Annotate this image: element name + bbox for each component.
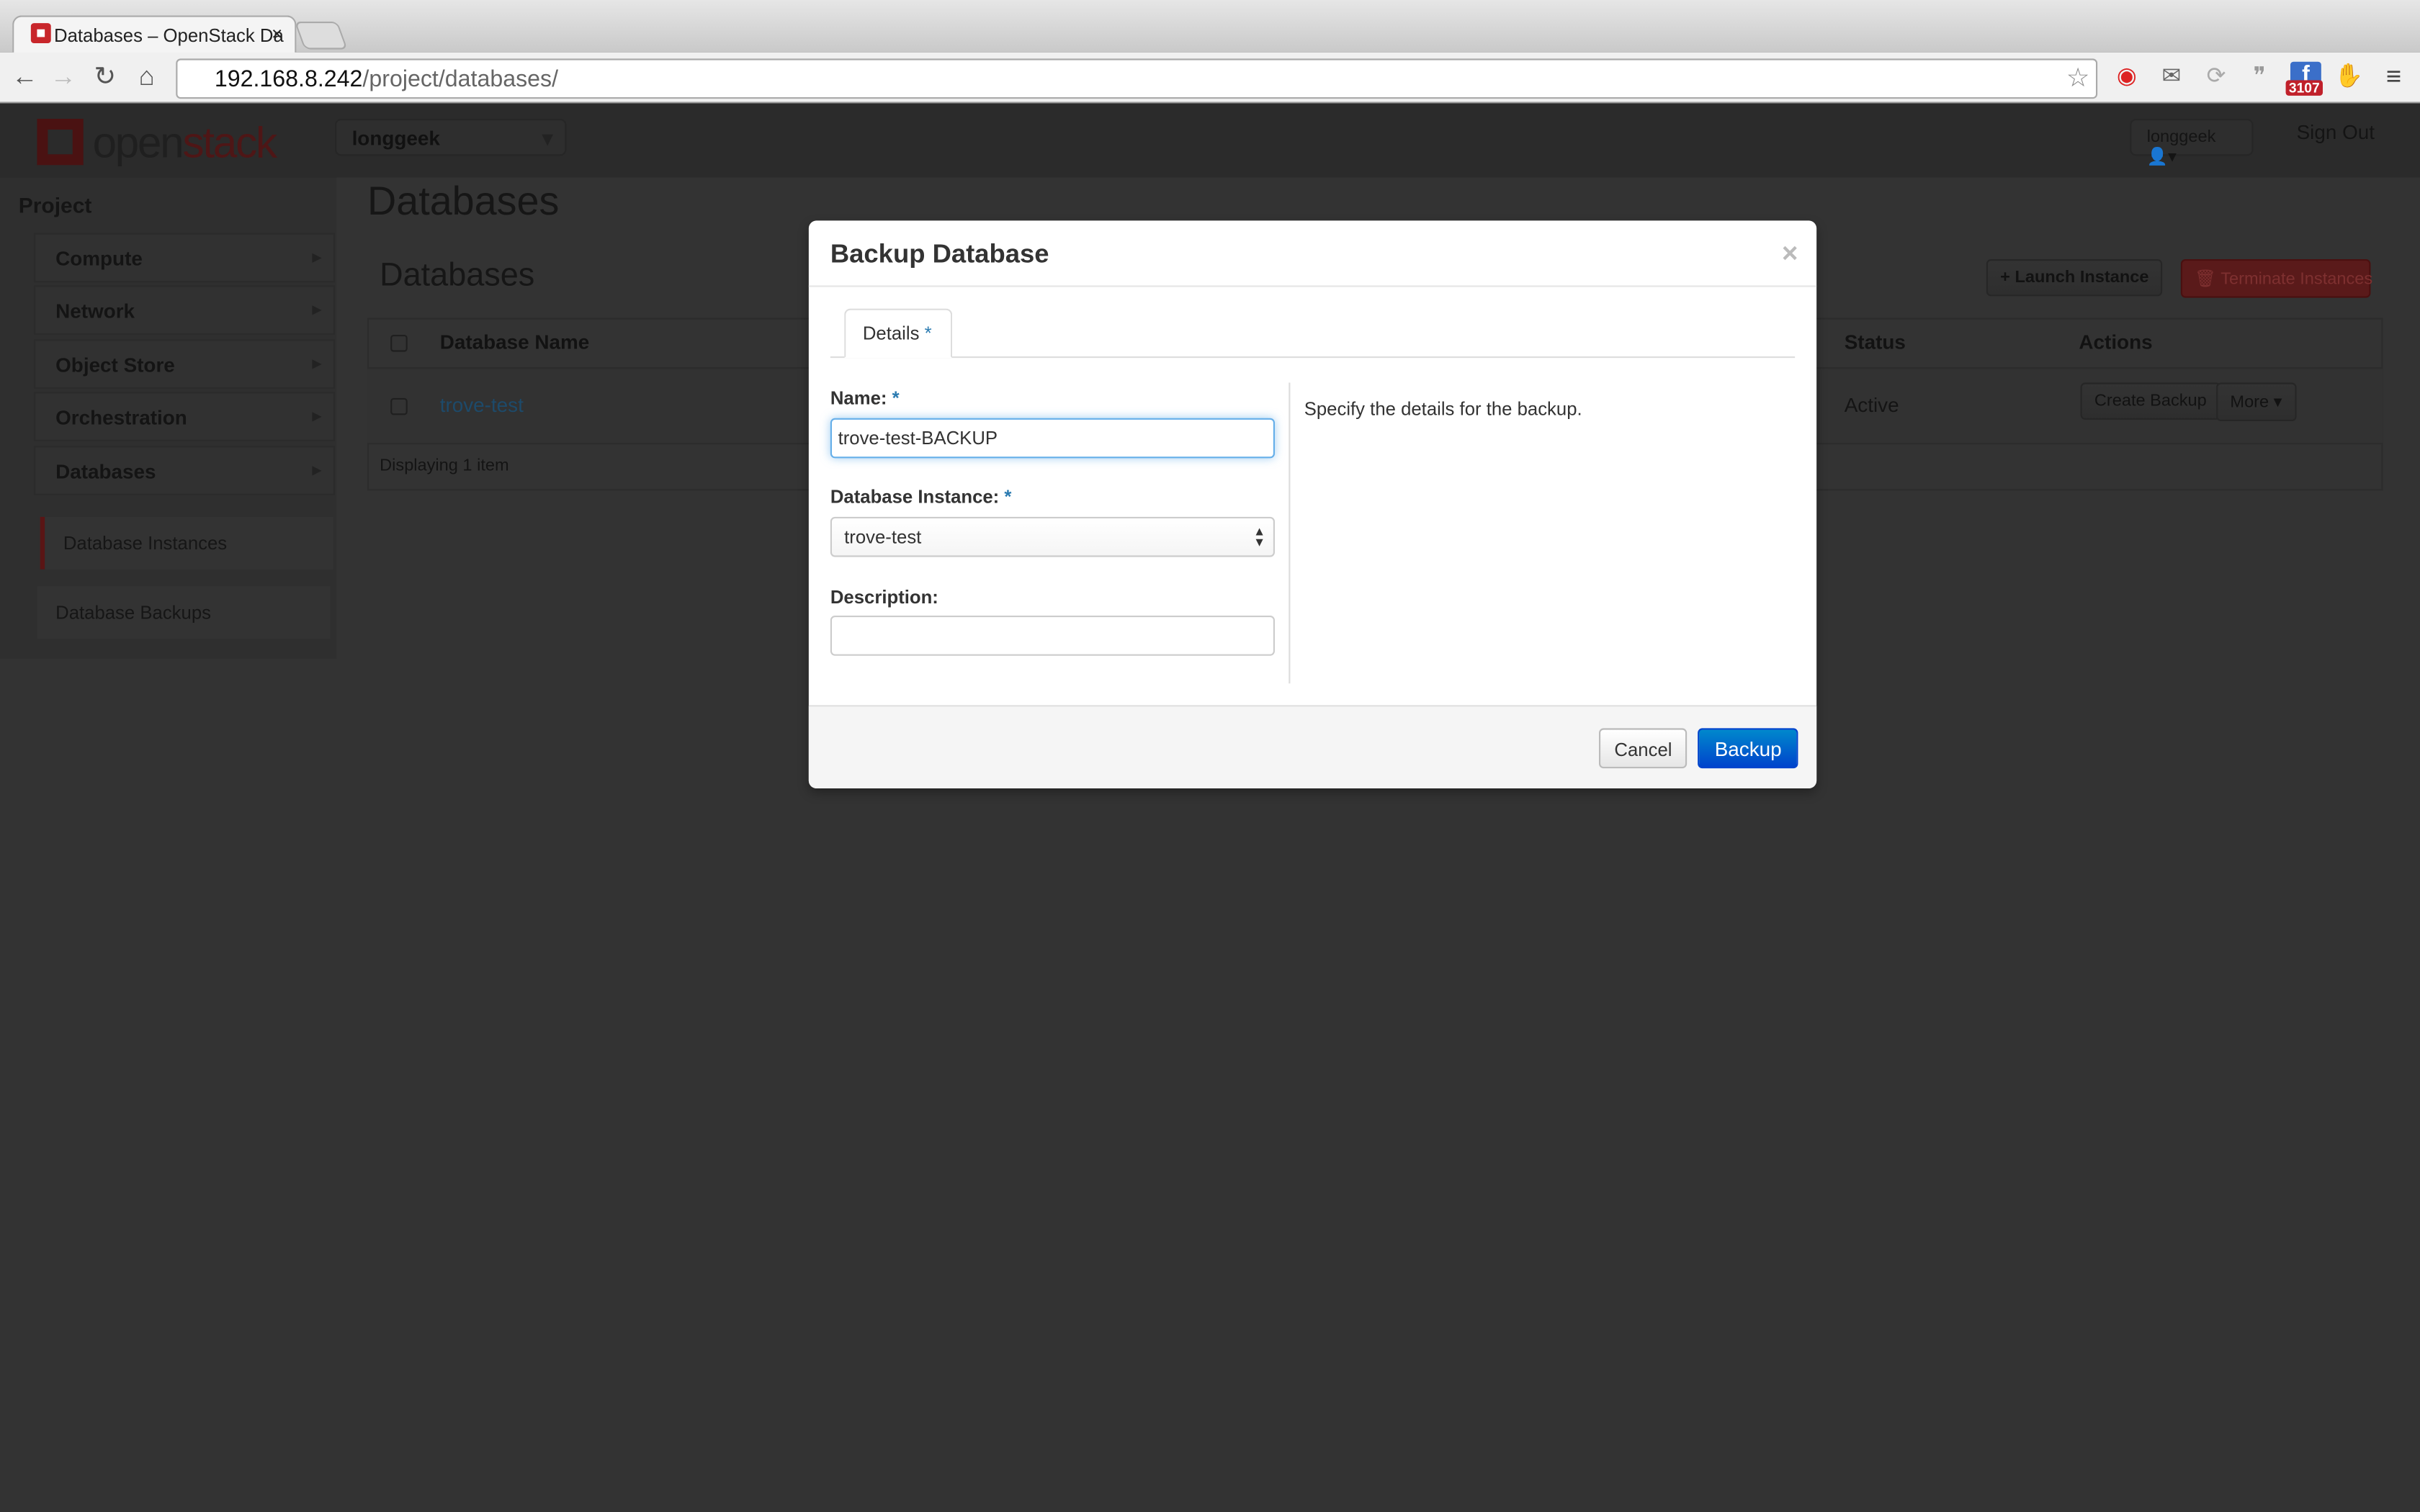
modal-footer: Cancel Backup bbox=[808, 705, 1817, 788]
screen: Databases – OpenStack Da × ← → ↻ ⌂ 192.16… bbox=[0, 0, 2420, 1512]
help-text: Specify the details for the backup. bbox=[1304, 397, 1582, 420]
home-icon[interactable]: ⌂ bbox=[131, 62, 162, 93]
sidebar-item-object-store[interactable]: Object Store bbox=[34, 339, 336, 389]
forward-icon[interactable]: → bbox=[48, 62, 79, 93]
description-label: Description: bbox=[830, 586, 938, 608]
sidebar-heading-project[interactable]: Project bbox=[19, 193, 92, 217]
sidebar-item-database-instances[interactable]: Database Instances bbox=[40, 516, 333, 570]
quote-icon[interactable]: ❞ bbox=[2244, 62, 2275, 93]
logo-icon bbox=[37, 119, 84, 166]
user-icon: 👤▾ bbox=[2146, 148, 2177, 167]
name-label: Name: * bbox=[830, 387, 900, 409]
backup-database-modal: Backup Database × Details * Name: * trov… bbox=[808, 220, 1817, 788]
terminate-instances-button[interactable]: 🗑 Terminate Instances bbox=[2180, 259, 2372, 298]
status-value: Active bbox=[1844, 393, 1899, 417]
database-instance-label: Database Instance: * bbox=[830, 486, 1012, 508]
table-footer-count: Displaying 1 item bbox=[380, 456, 509, 475]
url-host: 192.168.8.242 bbox=[214, 66, 363, 93]
sign-out-link[interactable]: Sign Out bbox=[2297, 120, 2375, 143]
column-actions: Actions bbox=[2079, 330, 2153, 354]
description-input[interactable] bbox=[830, 616, 1275, 656]
sidebar-item-orchestration[interactable]: Orchestration bbox=[34, 392, 336, 441]
browser-tab-bar: Databases – OpenStack Da × bbox=[0, 0, 2420, 54]
browser-tab[interactable]: Databases – OpenStack Da × bbox=[12, 15, 297, 54]
user-menu[interactable]: longgeek 👤▾ bbox=[2130, 119, 2254, 166]
address-bar[interactable]: 192.168.8.242/project/databases/ ☆ bbox=[176, 58, 2098, 99]
name-input[interactable]: trove-test-BACKUP bbox=[830, 418, 1275, 459]
column-divider bbox=[1289, 382, 1291, 684]
extension-badge: 3107 bbox=[2285, 80, 2323, 96]
sidebar-item-compute[interactable]: Compute bbox=[34, 233, 336, 283]
create-backup-button[interactable]: Create Backup bbox=[2080, 382, 2221, 420]
column-database-name[interactable]: Database Name bbox=[440, 330, 589, 354]
sidebar-item-network[interactable]: Network bbox=[34, 285, 336, 335]
weibo-icon[interactable]: ◉ bbox=[2111, 62, 2142, 93]
url-path: /project/databases/ bbox=[362, 66, 559, 93]
project-switcher[interactable]: longgeek ▾ bbox=[335, 119, 567, 156]
openstack-logo[interactable]: openstack bbox=[37, 119, 277, 168]
sidebar-item-database-backups[interactable]: Database Backups bbox=[37, 586, 331, 639]
sync-icon[interactable]: ⟳ bbox=[2201, 62, 2232, 93]
more-dropdown-button[interactable]: More ▾ bbox=[2216, 382, 2296, 421]
close-icon[interactable]: × bbox=[1782, 238, 1798, 270]
launch-instance-button[interactable]: + Launch Instance bbox=[1986, 259, 2163, 297]
back-icon[interactable]: ← bbox=[9, 62, 40, 93]
reload-icon[interactable]: ↻ bbox=[89, 62, 120, 93]
sidebar-item-databases[interactable]: Databases bbox=[34, 446, 336, 495]
new-tab-button[interactable] bbox=[294, 22, 348, 50]
menu-icon[interactable]: ≡ bbox=[2378, 62, 2409, 93]
trash-icon: 🗑 bbox=[2195, 270, 2217, 289]
bookmark-star-icon[interactable]: ☆ bbox=[2066, 63, 2090, 94]
select-arrows-icon: ▲ ▼ bbox=[1253, 524, 1266, 549]
chevron-down-icon: ▾ bbox=[542, 126, 553, 150]
close-tab-icon[interactable]: × bbox=[272, 23, 282, 45]
database-instance-select[interactable]: trove-test ▲ ▼ bbox=[830, 516, 1275, 557]
row-checkbox[interactable] bbox=[390, 397, 408, 415]
extension-icon[interactable]: ✋ bbox=[2334, 62, 2365, 93]
tab-details[interactable]: Details * bbox=[844, 308, 953, 359]
column-status[interactable]: Status bbox=[1845, 330, 1906, 354]
page-title: Databases bbox=[367, 177, 560, 224]
modal-title: Backup Database bbox=[830, 239, 1049, 269]
database-link[interactable]: trove-test bbox=[440, 393, 524, 416]
tab-title: Databases – OpenStack Da bbox=[54, 24, 284, 47]
cancel-button[interactable]: Cancel bbox=[1599, 728, 1688, 769]
favicon-icon bbox=[30, 23, 51, 43]
backup-submit-button[interactable]: Backup bbox=[1698, 728, 1799, 769]
gmail-icon[interactable]: ✉ bbox=[2156, 62, 2187, 93]
select-all-checkbox[interactable] bbox=[390, 335, 408, 352]
divider bbox=[808, 285, 1817, 287]
section-title: Databases bbox=[380, 257, 535, 294]
tab-divider bbox=[830, 356, 1796, 359]
